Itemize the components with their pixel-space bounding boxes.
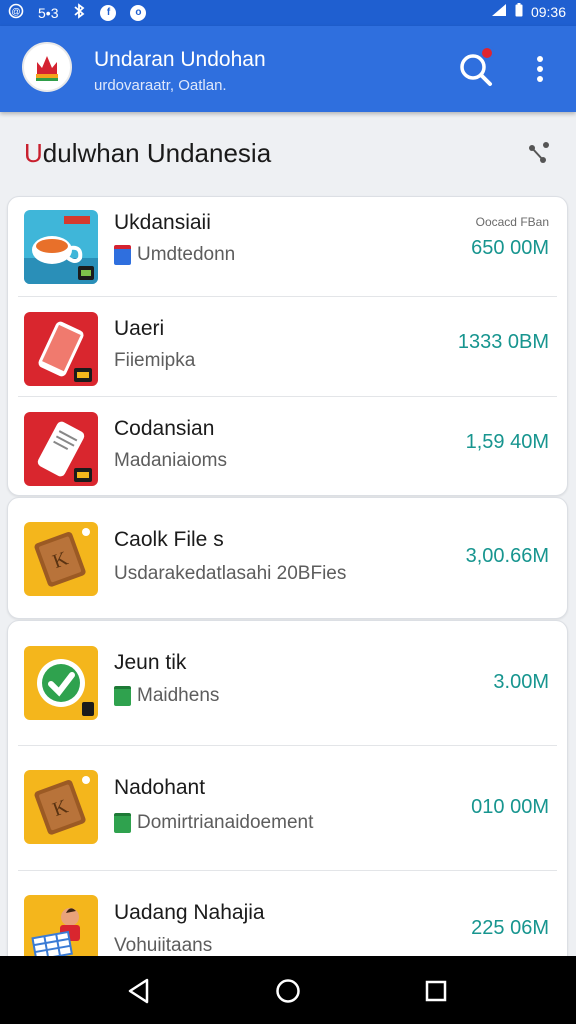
list-item[interactable]: Uaeri Fiiemipka 1333 0BM — [18, 297, 557, 397]
item-title: Codansian — [114, 417, 215, 440]
share-button[interactable] — [526, 140, 552, 166]
phone-icon — [24, 312, 98, 386]
item-size: 010 00M — [471, 796, 549, 818]
item-title: Jeun tik — [114, 651, 187, 674]
item-subtitle: Madaniaioms — [114, 450, 227, 471]
item-subtitle: Usdarakedatlasahi 20BFies — [114, 563, 347, 584]
item-size: 3,00.66M — [465, 545, 549, 567]
app-subtitle: urdovaraatr, Oatlan. — [94, 77, 227, 94]
chat-icon: o — [130, 4, 147, 21]
back-icon — [128, 978, 149, 1004]
phone-icon — [24, 412, 98, 486]
app-title: Undaran Undohan — [94, 48, 266, 71]
carrier-text: 5•3 — [38, 4, 59, 21]
item-size: 1333 0BM — [457, 331, 549, 353]
status-right: 09:36 — [491, 3, 566, 20]
item-title: Uadang Nahajia — [114, 901, 265, 924]
bluetooth-icon — [72, 3, 86, 22]
home-icon — [276, 979, 300, 1003]
signal-icon — [491, 3, 507, 20]
item-title: Caolk File s — [114, 528, 224, 551]
item-subtitle: Fiiemipka — [114, 350, 196, 371]
svg-text:@: @ — [11, 7, 20, 17]
clock: 09:36 — [530, 3, 566, 20]
list-item[interactable]: Jeun tik Maidhens 3.00M — [18, 621, 557, 746]
file-group-card: Jeun tik Maidhens 3.00M K Nadohant Domir… — [7, 620, 568, 1000]
battery-icon — [114, 686, 131, 706]
folder-icon — [114, 245, 131, 265]
item-meta: Oocacd FBan — [475, 215, 549, 229]
navigation-bar — [0, 956, 576, 1024]
item-title: Nadohant — [114, 776, 206, 799]
check-icon — [24, 646, 98, 720]
file-group-card: K Caolk File s Usdarakedatlasahi 20BFies… — [7, 497, 568, 619]
share-icon — [529, 142, 549, 163]
home-button[interactable] — [273, 976, 303, 1006]
list-item[interactable]: K Nadohant Domirtrianaidoement 010 00M — [18, 746, 557, 871]
battery-icon — [515, 3, 523, 20]
notification-icon: @ — [8, 3, 24, 22]
item-size: 3.00M — [493, 671, 549, 693]
app-bar: Undaran Undohan urdovaraatr, Oatlan. — [0, 26, 576, 112]
book-icon: K — [24, 522, 98, 596]
app-logo[interactable] — [22, 42, 72, 92]
item-subtitle: Vohuiitaans — [114, 935, 213, 956]
recents-icon — [425, 980, 447, 1002]
item-size: 650 00M — [471, 237, 549, 259]
list-item[interactable]: K Caolk File s Usdarakedatlasahi 20BFies… — [18, 498, 557, 618]
back-button[interactable] — [124, 976, 154, 1006]
tea-cup-icon — [24, 210, 98, 284]
notification-badge — [480, 46, 494, 60]
item-size: 1,59 40M — [465, 431, 549, 453]
more-vert-icon — [537, 56, 543, 62]
recents-button[interactable] — [421, 976, 451, 1006]
item-subtitle: Umdtedonn — [114, 244, 235, 266]
item-subtitle: Maidhens — [114, 685, 219, 707]
item-title: Uaeri — [114, 317, 165, 340]
status-bar: @ 5•3 f o 09:36 — [0, 0, 576, 26]
book-icon: K — [24, 770, 98, 844]
status-left: @ 5•3 f o — [8, 3, 147, 22]
item-title: Ukdansiaii — [114, 211, 211, 234]
file-group-card: Ukdansiaii Umdtedonn Oocacd FBan 650 00M… — [7, 196, 568, 496]
app-icon: f — [100, 4, 117, 21]
list-item[interactable]: Ukdansiaii Umdtedonn Oocacd FBan 650 00M — [18, 197, 557, 297]
battery-icon — [114, 813, 131, 833]
section-title: Udulwhan Undanesia — [24, 138, 272, 168]
item-size: 225 06M — [471, 917, 549, 939]
more-options-button[interactable] — [526, 54, 554, 86]
list-item[interactable]: Codansian Madaniaioms 1,59 40M — [18, 397, 557, 495]
item-subtitle: Domirtrianaidoement — [114, 812, 313, 834]
